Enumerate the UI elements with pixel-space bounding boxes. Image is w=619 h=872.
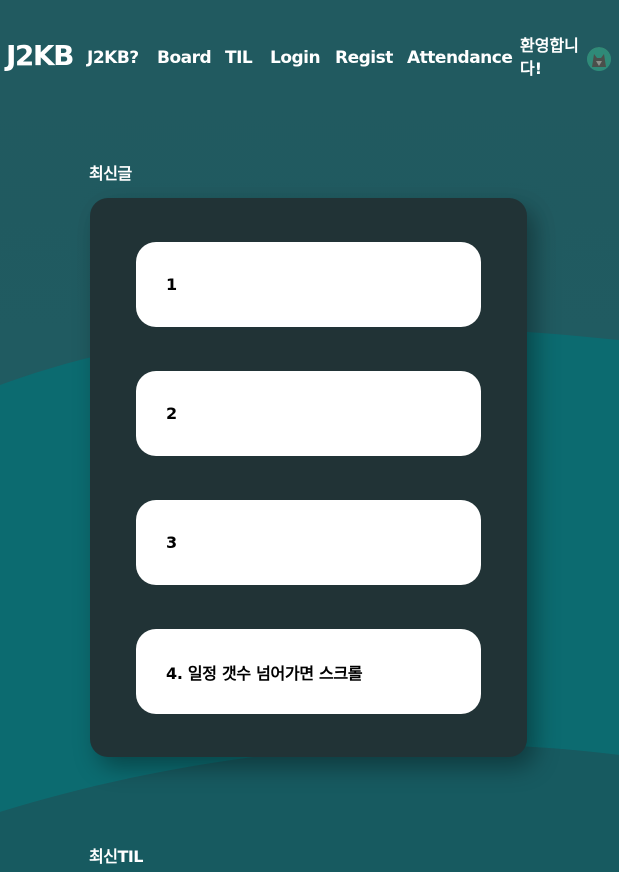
post-card[interactable]: 4. 일정 갯수 넘어가면 스크롤 <box>136 629 481 714</box>
avatar[interactable] <box>587 47 611 71</box>
post-card-label: 1 <box>166 275 177 294</box>
site-logo[interactable]: J2KB <box>6 39 74 72</box>
nav-item-j2kb[interactable]: J2KB? <box>87 48 139 68</box>
nav-item-regist[interactable]: Regist <box>335 48 393 68</box>
post-card-label: 4. 일정 갯수 넘어가면 스크롤 <box>166 663 363 683</box>
user-avatar-icon <box>587 47 611 71</box>
nav-item-attendance[interactable]: Attendance <box>407 48 513 68</box>
recent-posts-title: 최신글 <box>89 164 132 183</box>
nav-item-login[interactable]: Login <box>270 48 321 68</box>
nav-item-board[interactable]: Board <box>157 48 212 68</box>
post-card[interactable]: 3 <box>136 500 481 585</box>
post-card[interactable]: 2 <box>136 371 481 456</box>
post-card-label: 3 <box>166 533 177 552</box>
recent-til-title: 최신TIL <box>89 847 144 866</box>
post-card[interactable]: 1 <box>136 242 481 327</box>
nav-item-til[interactable]: TIL <box>225 48 253 68</box>
top-navigation: J2KB J2KB? Board TIL Login Regist Attend… <box>0 0 619 118</box>
post-card-label: 2 <box>166 404 177 423</box>
welcome-message: 환영합니다! <box>520 36 579 78</box>
